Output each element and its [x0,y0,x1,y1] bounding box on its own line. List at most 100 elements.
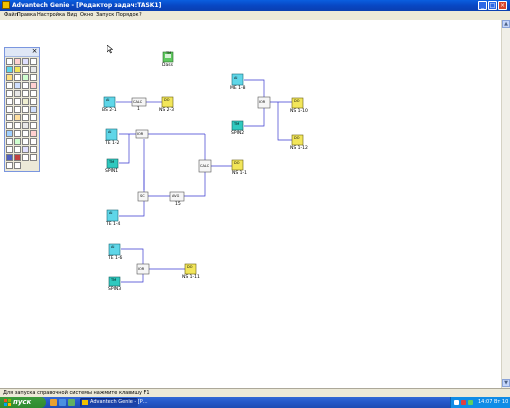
toolbox-grid [6,58,39,171]
toolbox-item[interactable] [6,90,13,97]
block-code: TM [109,160,115,164]
toolbox-item[interactable] [30,106,37,113]
ai-block[interactable] [103,73,244,256]
app-icon [82,400,88,405]
menu-help[interactable]: ? [139,11,142,20]
toolbox-item[interactable] [30,58,37,65]
toolbox-item[interactable] [6,162,13,169]
toolbox-item[interactable] [14,138,21,145]
node-label-te16: TE 1-6 [108,256,123,261]
toolbox-item[interactable] [30,130,37,137]
taskbar-window-button[interactable]: Advantech Genie - [Р... [80,398,148,407]
menu-order[interactable]: Порядок [116,11,139,20]
node-label-te12: TE 1-2 [105,141,120,146]
tray-icon[interactable] [468,400,473,405]
toolbox-item[interactable] [30,122,37,129]
toolbox-item[interactable] [14,98,21,105]
toolbox-item[interactable] [22,66,29,73]
toolbox-item[interactable] [22,130,29,137]
toolbox-item[interactable] [30,90,37,97]
toolbox-item[interactable] [30,138,37,145]
function-block[interactable] [131,96,271,275]
quicklaunch-icon[interactable] [59,399,66,406]
toolbox-item[interactable] [14,74,21,81]
toolbox-item[interactable] [30,98,37,105]
toolbox-palette[interactable]: × [4,47,40,172]
menu-edit[interactable]: Правка [17,11,36,20]
toolbox-item[interactable] [22,154,29,161]
toolbox-item[interactable] [14,66,21,73]
status-text: Для запуска справочной системы нажмите к… [3,390,150,396]
toolbox-item[interactable] [14,162,21,169]
node-label-ns110: NS 1-10 [290,109,308,114]
tray-icon[interactable] [454,400,459,405]
mouse-cursor-icon [107,45,113,54]
toolbox-item[interactable] [6,130,13,137]
block-code: IOR [259,100,266,104]
toolbox-item[interactable] [22,58,29,65]
toolbox-item[interactable] [6,82,13,89]
title-bar[interactable]: Advantech Genie - [Редактор задач:TASK1]… [0,0,510,11]
block-code: AI [234,76,238,80]
scroll-down-icon[interactable]: ▼ [502,379,510,387]
toolbox-item[interactable] [6,98,13,105]
toolbox-item[interactable] [22,122,29,129]
toolbox-item[interactable] [22,114,29,121]
toolbox-item[interactable] [30,66,37,73]
toolbox-item[interactable] [22,82,29,89]
toolbox-item[interactable] [6,74,13,81]
menu-window[interactable]: Окно [80,11,93,20]
toolbox-item[interactable] [6,122,13,129]
toolbox-item[interactable] [14,154,21,161]
toolbox-item[interactable] [22,74,29,81]
quicklaunch-icon[interactable] [68,399,75,406]
menu-view[interactable]: Вид [67,11,77,20]
menu-run[interactable]: Запуск [96,11,114,20]
toolbox-item[interactable] [14,114,21,121]
toolbox-item[interactable] [6,154,13,161]
node-label-ns112: NS 1-12 [290,146,308,151]
toolbox-item[interactable] [14,122,21,129]
toolbox-item[interactable] [22,98,29,105]
scroll-up-icon[interactable]: ▲ [502,20,510,28]
toolbox-item[interactable] [6,106,13,113]
menu-settings[interactable]: Настройка [37,11,65,20]
start-button[interactable]: пуск [0,397,46,408]
toolbox-item[interactable] [30,82,37,89]
clock[interactable]: 14:07 Вт 10 [478,398,508,407]
toolbox-header[interactable]: × [5,48,39,57]
toolbox-item[interactable] [6,114,13,121]
node-label-ns11: NS 1-1 [232,171,248,176]
block-code: IOR [138,267,145,271]
minimize-icon[interactable]: _ [478,1,487,10]
node-label-spin3: SPIN3 [108,287,122,292]
toolbox-item[interactable] [14,90,21,97]
toolbox-item[interactable] [22,106,29,113]
quicklaunch-icon[interactable] [50,399,57,406]
toolbox-item[interactable] [30,114,37,121]
tray-icon[interactable] [461,400,466,405]
toolbox-item[interactable] [14,106,21,113]
toolbox-item[interactable] [30,154,37,161]
toolbox-item[interactable] [22,138,29,145]
close-icon[interactable]: × [498,1,507,10]
toolbox-item[interactable] [30,74,37,81]
toolbox-item[interactable] [6,58,13,65]
block-code: TM [111,278,117,282]
maximize-icon[interactable]: □ [488,1,497,10]
toolbox-item[interactable] [14,130,21,137]
toolbox-item[interactable] [14,58,21,65]
toolbox-item[interactable] [6,146,13,153]
toolbox-item[interactable] [6,66,13,73]
toolbox-item[interactable] [14,82,21,89]
node-label-ns23: NS 2-3 [159,108,175,113]
toolbox-item[interactable] [22,146,29,153]
toolbox-item[interactable] [30,146,37,153]
toolbox-item[interactable] [22,90,29,97]
vertical-scrollbar[interactable]: ▲ ▼ [501,20,510,388]
menu-file[interactable]: Файл [4,11,18,20]
toolbox-item[interactable] [6,138,13,145]
toolbox-item[interactable] [14,146,21,153]
node-label-spin2: SPIN2 [231,131,245,136]
close-icon[interactable]: × [31,48,38,55]
